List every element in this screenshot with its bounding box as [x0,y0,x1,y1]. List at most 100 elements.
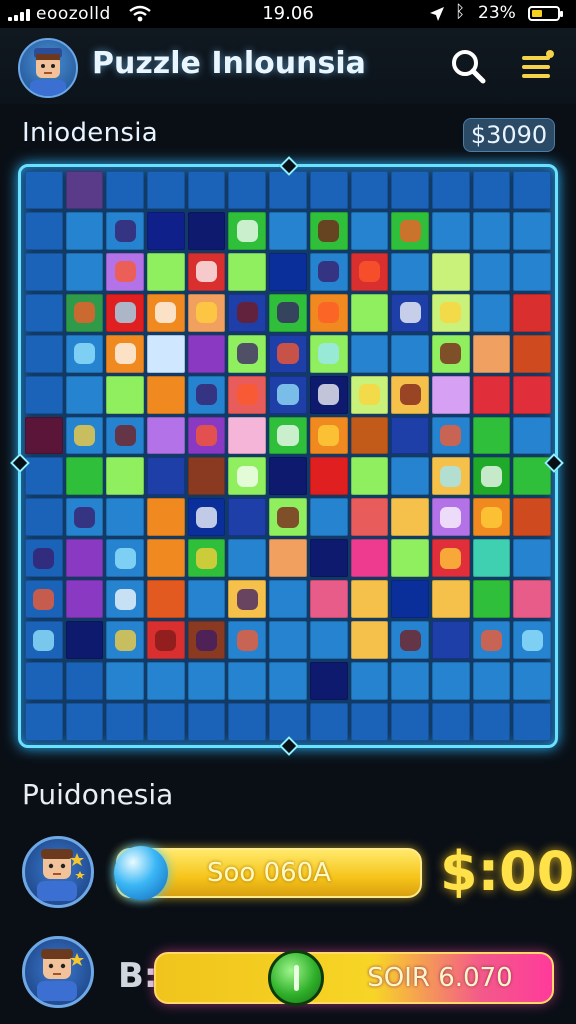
board-tile[interactable] [309,375,348,414]
board-tile[interactable] [391,252,429,291]
board-tile[interactable] [187,621,226,660]
board-tile[interactable] [228,171,267,209]
board-tile[interactable] [513,171,551,209]
board-tile[interactable] [269,375,307,414]
board-tile[interactable] [472,334,511,373]
board-tile[interactable] [106,457,145,496]
board-tile[interactable] [309,171,348,209]
board-tile[interactable] [309,580,348,619]
profile-avatar[interactable] [18,38,78,98]
board-tile[interactable] [350,498,389,537]
board-tile[interactable] [513,539,551,578]
board-tile[interactable] [65,334,104,373]
board-tile[interactable] [513,211,551,250]
board-tile[interactable] [228,539,267,578]
board-tile[interactable] [513,375,551,414]
board-tile[interactable] [391,662,429,701]
board-tile[interactable] [25,293,63,332]
search-button[interactable] [446,44,490,88]
board-tile[interactable] [350,293,389,332]
board-tile[interactable] [513,334,551,373]
board-tile[interactable] [228,293,267,332]
board-tile[interactable] [350,539,389,578]
board-tile[interactable] [391,171,429,209]
board-tile[interactable] [472,539,511,578]
board-tile[interactable] [269,334,307,373]
board-tile[interactable] [228,457,267,496]
board-tile[interactable] [350,621,389,660]
board-tile[interactable] [472,252,511,291]
board-tile[interactable] [391,621,429,660]
board-tile[interactable] [431,662,470,701]
board-tile[interactable] [431,580,470,619]
board-tile[interactable] [350,171,389,209]
board-tile[interactable] [309,211,348,250]
board-tile[interactable] [269,621,307,660]
board-tile[interactable] [187,211,226,250]
board-tile[interactable] [65,171,104,209]
board-tile[interactable] [472,498,511,537]
board-tile[interactable] [391,375,429,414]
board-tile[interactable] [228,703,267,741]
board-tile[interactable] [472,621,511,660]
board-tile[interactable] [391,211,429,250]
board-tile[interactable] [269,171,307,209]
board-tile[interactable] [25,416,63,455]
board-tile[interactable] [269,498,307,537]
board-tile[interactable] [309,621,348,660]
board-tile[interactable] [106,375,145,414]
board-tile[interactable] [391,334,429,373]
board-tile[interactable] [513,621,551,660]
board-tile[interactable] [187,171,226,209]
board-tile[interactable] [513,293,551,332]
board-tile[interactable] [472,457,511,496]
power-toggle-icon[interactable] [268,950,324,1006]
board-tile[interactable] [431,539,470,578]
board-tile[interactable] [350,375,389,414]
board-tile[interactable] [106,252,145,291]
board-tile[interactable] [431,171,470,209]
board-tile[interactable] [187,252,226,291]
board-tile[interactable] [431,416,470,455]
board-tile[interactable] [65,580,104,619]
board-tile[interactable] [431,334,470,373]
board-tile[interactable] [513,703,551,741]
board-tile[interactable] [228,580,267,619]
board-tile[interactable] [147,539,185,578]
player1-avatar[interactable] [22,836,94,908]
board-tile[interactable] [269,252,307,291]
board-tile[interactable] [472,375,511,414]
board-tile[interactable] [431,621,470,660]
board-tile[interactable] [187,580,226,619]
board-tile[interactable] [147,252,185,291]
player2-avatar[interactable] [22,936,94,1008]
board-tile[interactable] [65,293,104,332]
board-tile[interactable] [472,211,511,250]
board-tile[interactable] [391,416,429,455]
board-tile[interactable] [513,662,551,701]
board-tile[interactable] [350,703,389,741]
board-tile[interactable] [472,293,511,332]
board-tile[interactable] [65,375,104,414]
board-tile[interactable] [106,334,145,373]
board-tile[interactable] [431,293,470,332]
board-tile[interactable] [147,334,185,373]
board-tile[interactable] [350,211,389,250]
board-tile[interactable] [350,252,389,291]
board-tile[interactable] [228,334,267,373]
board-tile[interactable] [25,498,63,537]
board-tile[interactable] [106,703,145,741]
board-tile[interactable] [350,457,389,496]
board-tile[interactable] [25,539,63,578]
board-tile[interactable] [187,375,226,414]
board-tile[interactable] [65,703,104,741]
board-tile[interactable] [309,457,348,496]
board-tile[interactable] [147,703,185,741]
board-tile[interactable] [106,539,145,578]
board-tile[interactable] [269,457,307,496]
board-tile[interactable] [25,211,63,250]
board-tile[interactable] [106,293,145,332]
board-tile[interactable] [147,621,185,660]
board-tile[interactable] [228,375,267,414]
board-tile[interactable] [513,580,551,619]
